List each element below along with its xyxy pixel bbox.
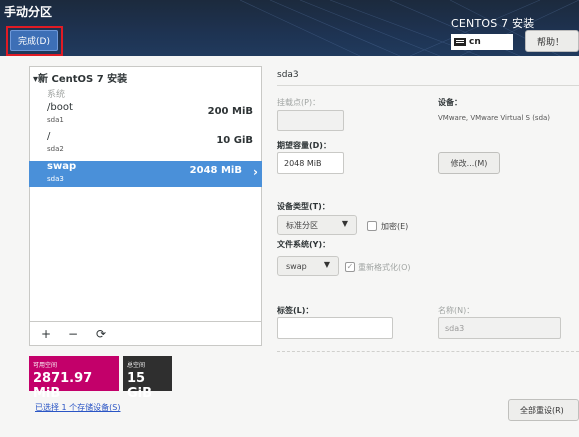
mount-size: 200 MiB [207,106,253,117]
page-title: 手动分区 [4,5,53,19]
done-highlight-box [6,26,63,56]
group-label-system: 系统 [47,90,66,100]
device-type-label: 设备类型(T)： [277,202,330,211]
device-info: VMware, VMware Virtual S (sda) [438,114,551,122]
help-button[interactable]: 帮助！ [525,30,579,52]
dropdown-arrow-icon: ▼ [323,260,330,269]
mount-device: sda2 [47,145,64,153]
divider [277,85,579,86]
total-space-label: 总空间 [127,362,146,369]
dropdown-arrow-icon: ▼ [341,219,348,228]
remove-mount-button[interactable]: − [63,326,83,342]
mount-point-input[interactable] [277,110,344,131]
reformat-label: 重新格式化(O) [358,263,411,272]
available-space-box: 可用空间 2871.97 MiB [29,356,119,401]
tag-input[interactable] [277,317,393,339]
mount-device: sda3 [47,175,64,183]
filesystem-value: swap [286,261,307,271]
mount-name: / [47,131,51,142]
available-space-value: 2871.97 MiB [33,371,93,401]
filesystem-dropdown[interactable]: swap ▼ [277,256,339,276]
install-heading-label: 新 CentOS 7 安装 [38,74,128,85]
chevron-right-icon: › [253,165,258,179]
mount-name: /boot [47,102,73,113]
encrypt-label: 加密(E) [381,222,409,231]
detail-title: sda3 [277,70,299,80]
total-space-value: 15 GiB [127,371,153,401]
device-type-dropdown[interactable]: 标准分区 ▼ [277,215,357,235]
mount-name: swap [47,161,77,172]
device-type-value: 标准分区 [286,220,318,230]
name-label: 名称(N)： [438,306,475,315]
reformat-checkbox[interactable]: ✓ [345,262,355,272]
total-space-box: 总空间 15 GiB [123,356,172,401]
keyboard-layout-indicator[interactable]: cn [451,34,513,50]
modify-button[interactable]: 修改...(M) [438,152,500,174]
selected-storage-link[interactable]: 已选择 1 个存储设备(S) [35,402,121,413]
encrypt-checkbox[interactable] [367,221,377,231]
add-mount-button[interactable]: + [36,326,56,342]
available-space-label: 可用空间 [33,362,58,369]
divider [277,351,579,352]
name-input[interactable]: sda3 [438,317,561,339]
install-heading[interactable]: ▾新 CentOS 7 安装 [33,70,127,85]
mount-point-label: 挂载点(P)： [277,98,321,107]
tag-label: 标签(L)： [277,306,314,315]
refresh-icon[interactable]: ⟳ [91,326,111,342]
mount-item-boot[interactable]: /boot sda1 200 MiB [29,102,262,128]
device-label: 设备： [438,98,462,107]
mount-device: sda1 [47,116,64,124]
mount-size: 10 GiB [216,135,253,146]
desired-capacity-input[interactable]: 2048 MiB [277,152,344,174]
keyboard-layout-label: cn [469,37,481,47]
product-title: CENTOS 7 安装 [451,17,535,30]
keyboard-icon [454,38,466,46]
reset-all-button[interactable]: 全部重设(R) [508,399,579,421]
mount-item-root[interactable]: / sda2 10 GiB [29,131,262,157]
mount-item-swap[interactable]: swap sda3 2048 MiB › [29,161,262,187]
desired-capacity-label: 期望容量(D)： [277,141,331,150]
filesystem-label: 文件系统(Y)： [277,240,331,249]
mount-size: 2048 MiB [189,165,242,176]
